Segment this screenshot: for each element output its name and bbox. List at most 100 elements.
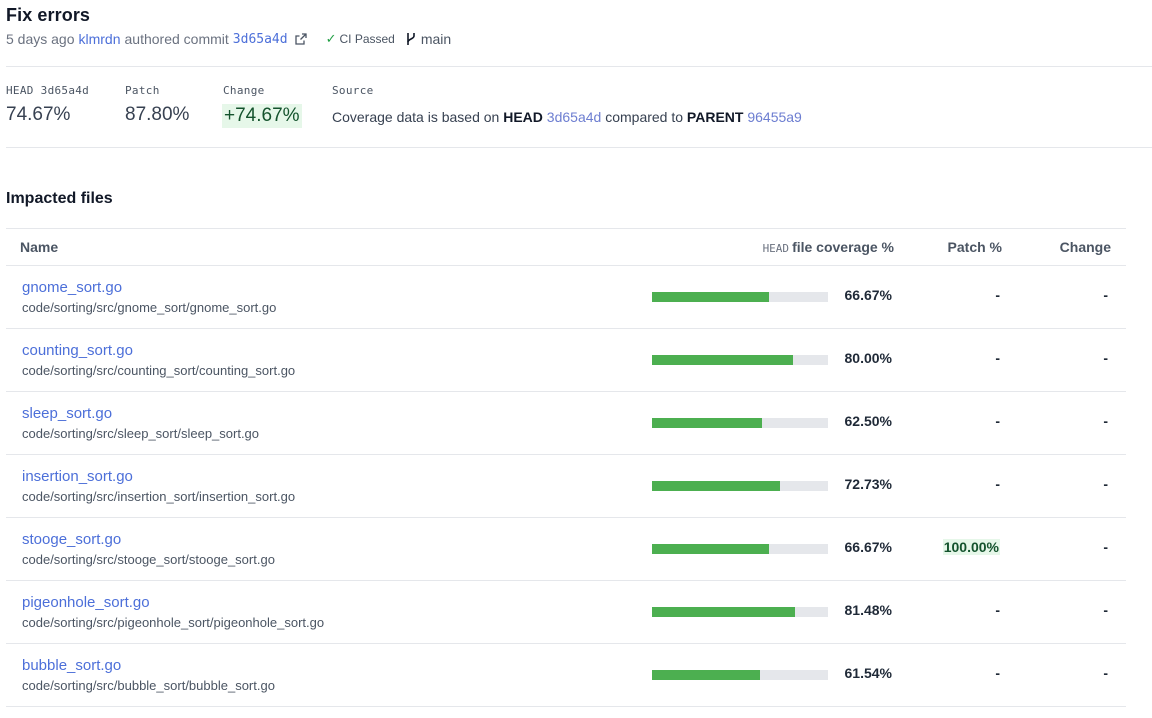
- file-path: code/sorting/src/insertion_sort/insertio…: [22, 489, 296, 504]
- stat-patch-label: Patch: [125, 84, 160, 97]
- commit-meta: 5 days ago klmrdn authored commit 3d65a4…: [6, 31, 451, 47]
- coverage-bar: [652, 292, 828, 302]
- coverage-bar: [652, 418, 828, 428]
- stat-head-label: HEAD: [6, 84, 34, 97]
- table-row: bubble_sort.go code/sorting/src/bubble_so…: [6, 644, 1126, 707]
- external-link-icon[interactable]: [294, 32, 308, 46]
- git-branch-icon: [407, 33, 415, 45]
- coverage-bar: [652, 481, 828, 491]
- change-value: -: [1103, 476, 1108, 492]
- check-icon: ✓: [325, 31, 337, 46]
- source-middle: compared to: [605, 109, 684, 125]
- coverage-value: 72.73%: [844, 476, 892, 492]
- file-name-link[interactable]: counting_sort.go: [22, 342, 133, 359]
- column-coverage-label: file coverage %: [792, 239, 894, 255]
- change-value: -: [1103, 665, 1108, 681]
- patch-value: -: [995, 476, 1000, 492]
- ci-status: ✓ CI Passed: [326, 31, 395, 47]
- source-head-hash-link[interactable]: 3d65a4d: [547, 109, 602, 125]
- impacted-files-title: Impacted files: [6, 190, 113, 207]
- coverage-bar: [652, 670, 828, 680]
- stat-head-hash: 3d65a4d: [40, 84, 90, 97]
- table-row: sleep_sort.go code/sorting/src/sleep_sort…: [6, 392, 1126, 455]
- file-path: code/sorting/src/sleep_sort/sleep_sort.g…: [22, 426, 260, 441]
- file-path: code/sorting/src/gnome_sort/gnome_sort.g…: [22, 300, 277, 315]
- column-change-header[interactable]: Change: [1060, 239, 1111, 255]
- commit-hash-link[interactable]: 3d65a4d: [233, 32, 288, 47]
- file-name-link[interactable]: bubble_sort.go: [22, 657, 121, 674]
- impacted-files-table: Name HEAD file coverage % Patch % Change …: [6, 228, 1126, 707]
- stat-change-value: +74.67%: [222, 104, 302, 128]
- coverage-bar: [652, 355, 828, 365]
- change-value: -: [1103, 350, 1108, 366]
- coverage-bar: [652, 607, 828, 617]
- table-row: insertion_sort.go code/sorting/src/insert…: [6, 455, 1126, 518]
- coverage-bar-fill: [652, 607, 796, 617]
- stat-patch: Patch 87.80%: [125, 84, 189, 126]
- table-row: pigeonhole_sort.go code/sorting/src/pigeo…: [6, 581, 1126, 644]
- coverage-bar: [652, 544, 828, 554]
- coverage-value: 80.00%: [844, 350, 892, 366]
- branch-name: main: [420, 31, 452, 47]
- table-row: stooge_sort.go code/sorting/src/stooge_so…: [6, 518, 1126, 581]
- file-name-link[interactable]: sleep_sort.go: [22, 405, 112, 422]
- stat-head-value: 74.67%: [6, 104, 71, 125]
- patch-value: 100.00%: [942, 539, 1000, 555]
- coverage-bar-fill: [652, 418, 762, 428]
- source-parent-hash-link[interactable]: 96455a9: [747, 109, 802, 125]
- file-name-link[interactable]: stooge_sort.go: [22, 531, 121, 548]
- commit-time: 5 days ago: [6, 31, 75, 47]
- coverage-bar-fill: [652, 355, 793, 365]
- stat-change-label: Change: [223, 84, 265, 97]
- stat-source: Source Coverage data is based on HEAD 3d…: [332, 84, 802, 125]
- branch[interactable]: main: [405, 31, 451, 47]
- column-coverage-header[interactable]: HEAD file coverage %: [763, 239, 894, 255]
- change-value: -: [1103, 287, 1108, 303]
- source-prefix: Coverage data is based on: [332, 109, 500, 125]
- file-path: code/sorting/src/counting_sort/counting_…: [22, 363, 296, 378]
- table-body: gnome_sort.go code/sorting/src/gnome_sort…: [6, 266, 1126, 707]
- divider: [6, 66, 1152, 67]
- file-path: code/sorting/src/bubble_sort/bubble_sort…: [22, 678, 275, 693]
- ci-status-label: CI Passed: [339, 32, 395, 46]
- stat-change: Change +74.67%: [222, 84, 302, 128]
- patch-value: -: [995, 665, 1000, 681]
- coverage-value: 81.48%: [844, 602, 892, 618]
- change-value: -: [1103, 539, 1108, 555]
- column-coverage-head-tag: HEAD: [762, 242, 790, 255]
- coverage-bar-fill: [652, 481, 780, 491]
- file-name-link[interactable]: gnome_sort.go: [22, 279, 122, 296]
- file-path: code/sorting/src/pigeonhole_sort/pigeonh…: [22, 615, 325, 630]
- patch-value: -: [995, 287, 1000, 303]
- stat-patch-value: 87.80%: [125, 104, 190, 125]
- coverage-bar-fill: [652, 544, 770, 554]
- coverage-value: 66.67%: [844, 539, 892, 555]
- page-title: Fix errors: [6, 5, 91, 25]
- file-path: code/sorting/src/stooge_sort/stooge_sort…: [22, 552, 275, 567]
- coverage-bar-fill: [652, 670, 761, 680]
- patch-value: -: [995, 602, 1000, 618]
- patch-value: -: [995, 413, 1000, 429]
- file-name-link[interactable]: insertion_sort.go: [22, 468, 133, 485]
- change-value: -: [1103, 602, 1108, 618]
- coverage-value: 61.54%: [844, 665, 892, 681]
- stat-source-label: Source: [332, 84, 374, 97]
- column-name-header[interactable]: Name: [20, 239, 58, 255]
- source-head-label: HEAD: [503, 109, 543, 125]
- commit-action-text: authored commit: [124, 31, 229, 47]
- coverage-value: 62.50%: [844, 413, 892, 429]
- file-name-link[interactable]: pigeonhole_sort.go: [22, 594, 150, 611]
- source-description: Coverage data is based on HEAD 3d65a4d c…: [332, 109, 802, 125]
- coverage-bar-fill: [652, 292, 770, 302]
- divider: [6, 147, 1152, 148]
- column-patch-header[interactable]: Patch %: [948, 239, 1002, 255]
- stat-head: HEAD 3d65a4d 74.67%: [6, 84, 89, 126]
- table-row: gnome_sort.go code/sorting/src/gnome_sort…: [6, 266, 1126, 329]
- author-link[interactable]: klmrdn: [79, 31, 121, 47]
- patch-value: -: [995, 350, 1000, 366]
- table-header: Name HEAD file coverage % Patch % Change: [6, 228, 1126, 266]
- table-row: counting_sort.go code/sorting/src/countin…: [6, 329, 1126, 392]
- coverage-value: 66.67%: [844, 287, 892, 303]
- change-value: -: [1103, 413, 1108, 429]
- source-parent-label: PARENT: [686, 109, 744, 125]
